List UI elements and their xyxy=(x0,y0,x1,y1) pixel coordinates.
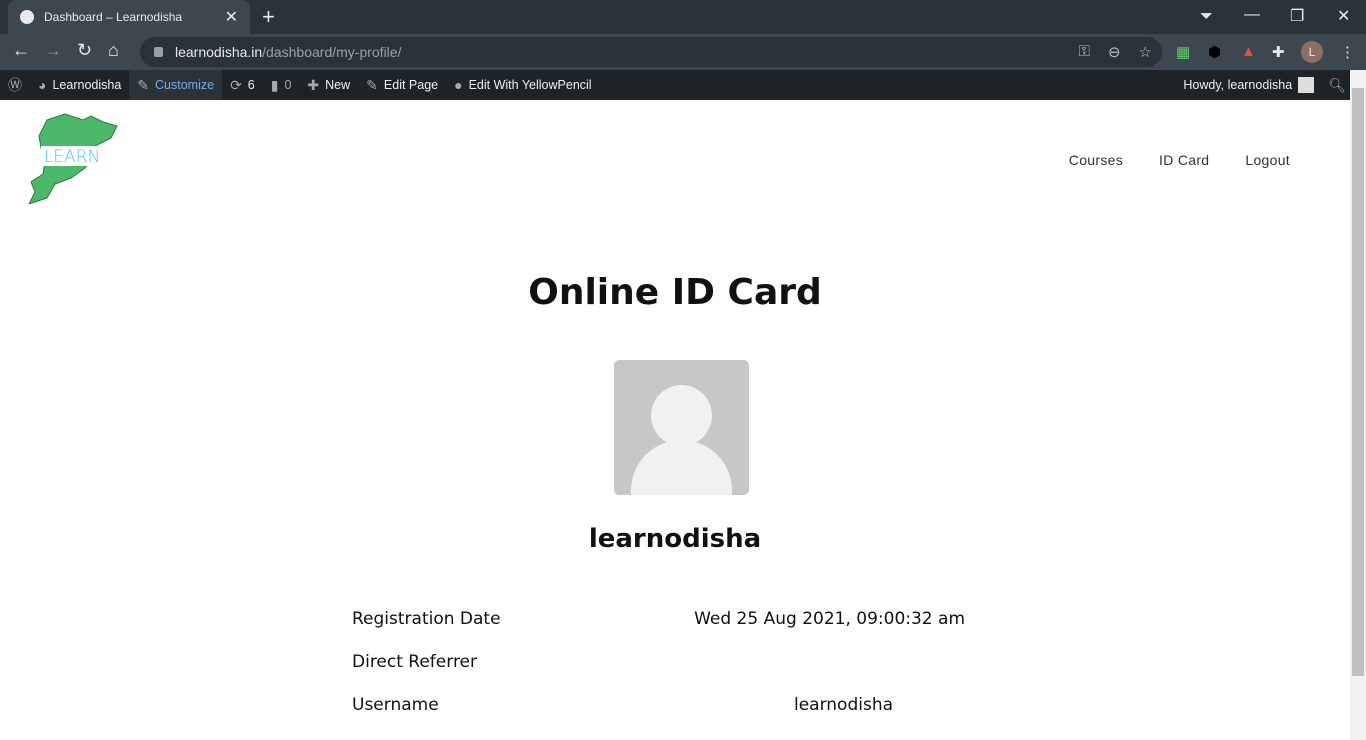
comments-button[interactable]: ▮ 0 xyxy=(263,70,300,100)
tab-search-icon[interactable]: ⏷ xyxy=(1200,8,1213,26)
field-value: learnodisha xyxy=(793,695,894,715)
site-name-button[interactable]: ◕ Learnodisha xyxy=(30,70,129,100)
yellowpencil-label: Edit With YellowPencil xyxy=(468,78,592,92)
brush-icon: ✎ xyxy=(137,76,150,93)
field-row-username: Username learnodisha xyxy=(352,695,1052,715)
page-title: Online ID Card xyxy=(528,272,822,313)
browser-toolbar: ← → ↻ ⌂ learnodisha.in/dashboard/my-prof… xyxy=(0,34,1366,70)
user-avatar xyxy=(1298,77,1315,93)
edit-page-button[interactable]: ✎ Edit Page xyxy=(358,70,446,100)
updates-icon: ⟳ xyxy=(230,76,242,93)
username-heading: learnodisha xyxy=(588,524,762,554)
back-icon[interactable]: ← xyxy=(12,40,30,61)
howdy-label: Howdy, learnodisha xyxy=(1183,78,1293,92)
comments-count: 0 xyxy=(284,78,292,92)
search-icon: 🔍︎ xyxy=(1328,76,1346,93)
wordpress-icon: Ⓦ xyxy=(8,77,22,93)
tab-title: Dashboard – Learnodisha xyxy=(44,10,183,24)
new-label: New xyxy=(325,78,351,92)
zoom-icon[interactable]: ⊖ xyxy=(1108,43,1121,61)
url-host: learnodisha.in xyxy=(175,44,263,60)
profile-avatar-placeholder xyxy=(614,360,749,495)
site-name: Learnodisha xyxy=(52,78,122,92)
logo-text: LEARN xyxy=(44,147,100,167)
plus-icon: ✚ xyxy=(307,76,320,93)
field-value: Wed 25 Aug 2021, 09:00:32 am xyxy=(694,609,965,629)
menu-kebab-icon[interactable]: ⋮ xyxy=(1340,43,1355,61)
lock-icon xyxy=(154,47,163,57)
extension-hex-icon[interactable]: ⬢ xyxy=(1208,43,1221,61)
field-label: Direct Referrer xyxy=(352,652,478,672)
key-icon[interactable]: ⚿ xyxy=(1079,43,1090,61)
scrollbar-thumb[interactable] xyxy=(1352,88,1364,676)
yellowpencil-button[interactable]: ● Edit With YellowPencil xyxy=(446,70,599,100)
dashboard-icon: ◕ xyxy=(38,77,47,93)
field-row-direct-referrer: Direct Referrer xyxy=(352,652,1052,672)
site-content: LEARN Courses ID Card Logout Online ID C… xyxy=(0,100,1350,740)
new-button[interactable]: ✚ New xyxy=(299,70,358,100)
browser-tab[interactable]: Dashboard – Learnodisha ✕ xyxy=(8,0,250,34)
close-tab-icon[interactable]: ✕ xyxy=(225,7,238,27)
menu-courses[interactable]: Courses xyxy=(1069,152,1123,168)
home-icon[interactable]: ⌂ xyxy=(108,40,119,61)
updates-count: 6 xyxy=(247,78,255,92)
globe-icon xyxy=(20,10,34,24)
url-path: /dashboard/my-profile/ xyxy=(262,44,402,60)
customize-label: Customize xyxy=(155,78,215,92)
site-logo[interactable]: LEARN xyxy=(25,112,120,209)
customize-button[interactable]: ✎ Customize xyxy=(129,70,223,100)
wp-logo-button[interactable]: Ⓦ xyxy=(0,70,30,100)
forward-icon[interactable]: → xyxy=(44,40,62,61)
restore-button[interactable]: ❐ xyxy=(1290,6,1304,26)
pencil-icon: ✎ xyxy=(366,76,378,93)
new-tab-button[interactable]: + xyxy=(262,4,275,30)
comment-icon: ▮ xyxy=(270,76,279,93)
browser-tabbar: Dashboard – Learnodisha ✕ + ⏷ — ❐ ✕ xyxy=(0,0,1366,34)
menu-id-card[interactable]: ID Card xyxy=(1159,152,1209,168)
edit-page-label: Edit Page xyxy=(383,78,439,92)
yellowpencil-icon: ● xyxy=(454,77,463,93)
reload-icon[interactable]: ↻ xyxy=(77,40,92,61)
main-menu: Courses ID Card Logout xyxy=(1069,152,1290,168)
star-icon[interactable]: ☆ xyxy=(1139,43,1152,61)
extension-calendar-icon[interactable]: ▦ xyxy=(1176,43,1190,61)
extensions-puzzle-icon[interactable]: ✚ xyxy=(1272,43,1285,61)
extension-lighthouse-icon[interactable]: ▲ xyxy=(1241,43,1256,60)
close-window-button[interactable]: ✕ xyxy=(1337,6,1350,26)
field-label: Username xyxy=(352,695,439,715)
updates-button[interactable]: ⟳ 6 xyxy=(222,70,263,100)
address-bar[interactable]: learnodisha.in/dashboard/my-profile/ ⚿ ⊖ ☆ xyxy=(140,37,1162,67)
field-row-registration-date: Registration Date Wed 25 Aug 2021, 09:00:… xyxy=(352,609,1052,629)
minimize-button[interactable]: — xyxy=(1244,6,1260,24)
my-account-button[interactable]: Howdy, learnodisha xyxy=(1175,70,1322,100)
menu-logout[interactable]: Logout xyxy=(1245,152,1290,168)
page-scrollbar[interactable] xyxy=(1350,70,1366,740)
wp-admin-bar: Ⓦ ◕ Learnodisha ✎ Customize ⟳ 6 ▮ 0 ✚ New ✎ Ed… xyxy=(0,70,1366,100)
profile-avatar[interactable]: L xyxy=(1301,41,1323,63)
